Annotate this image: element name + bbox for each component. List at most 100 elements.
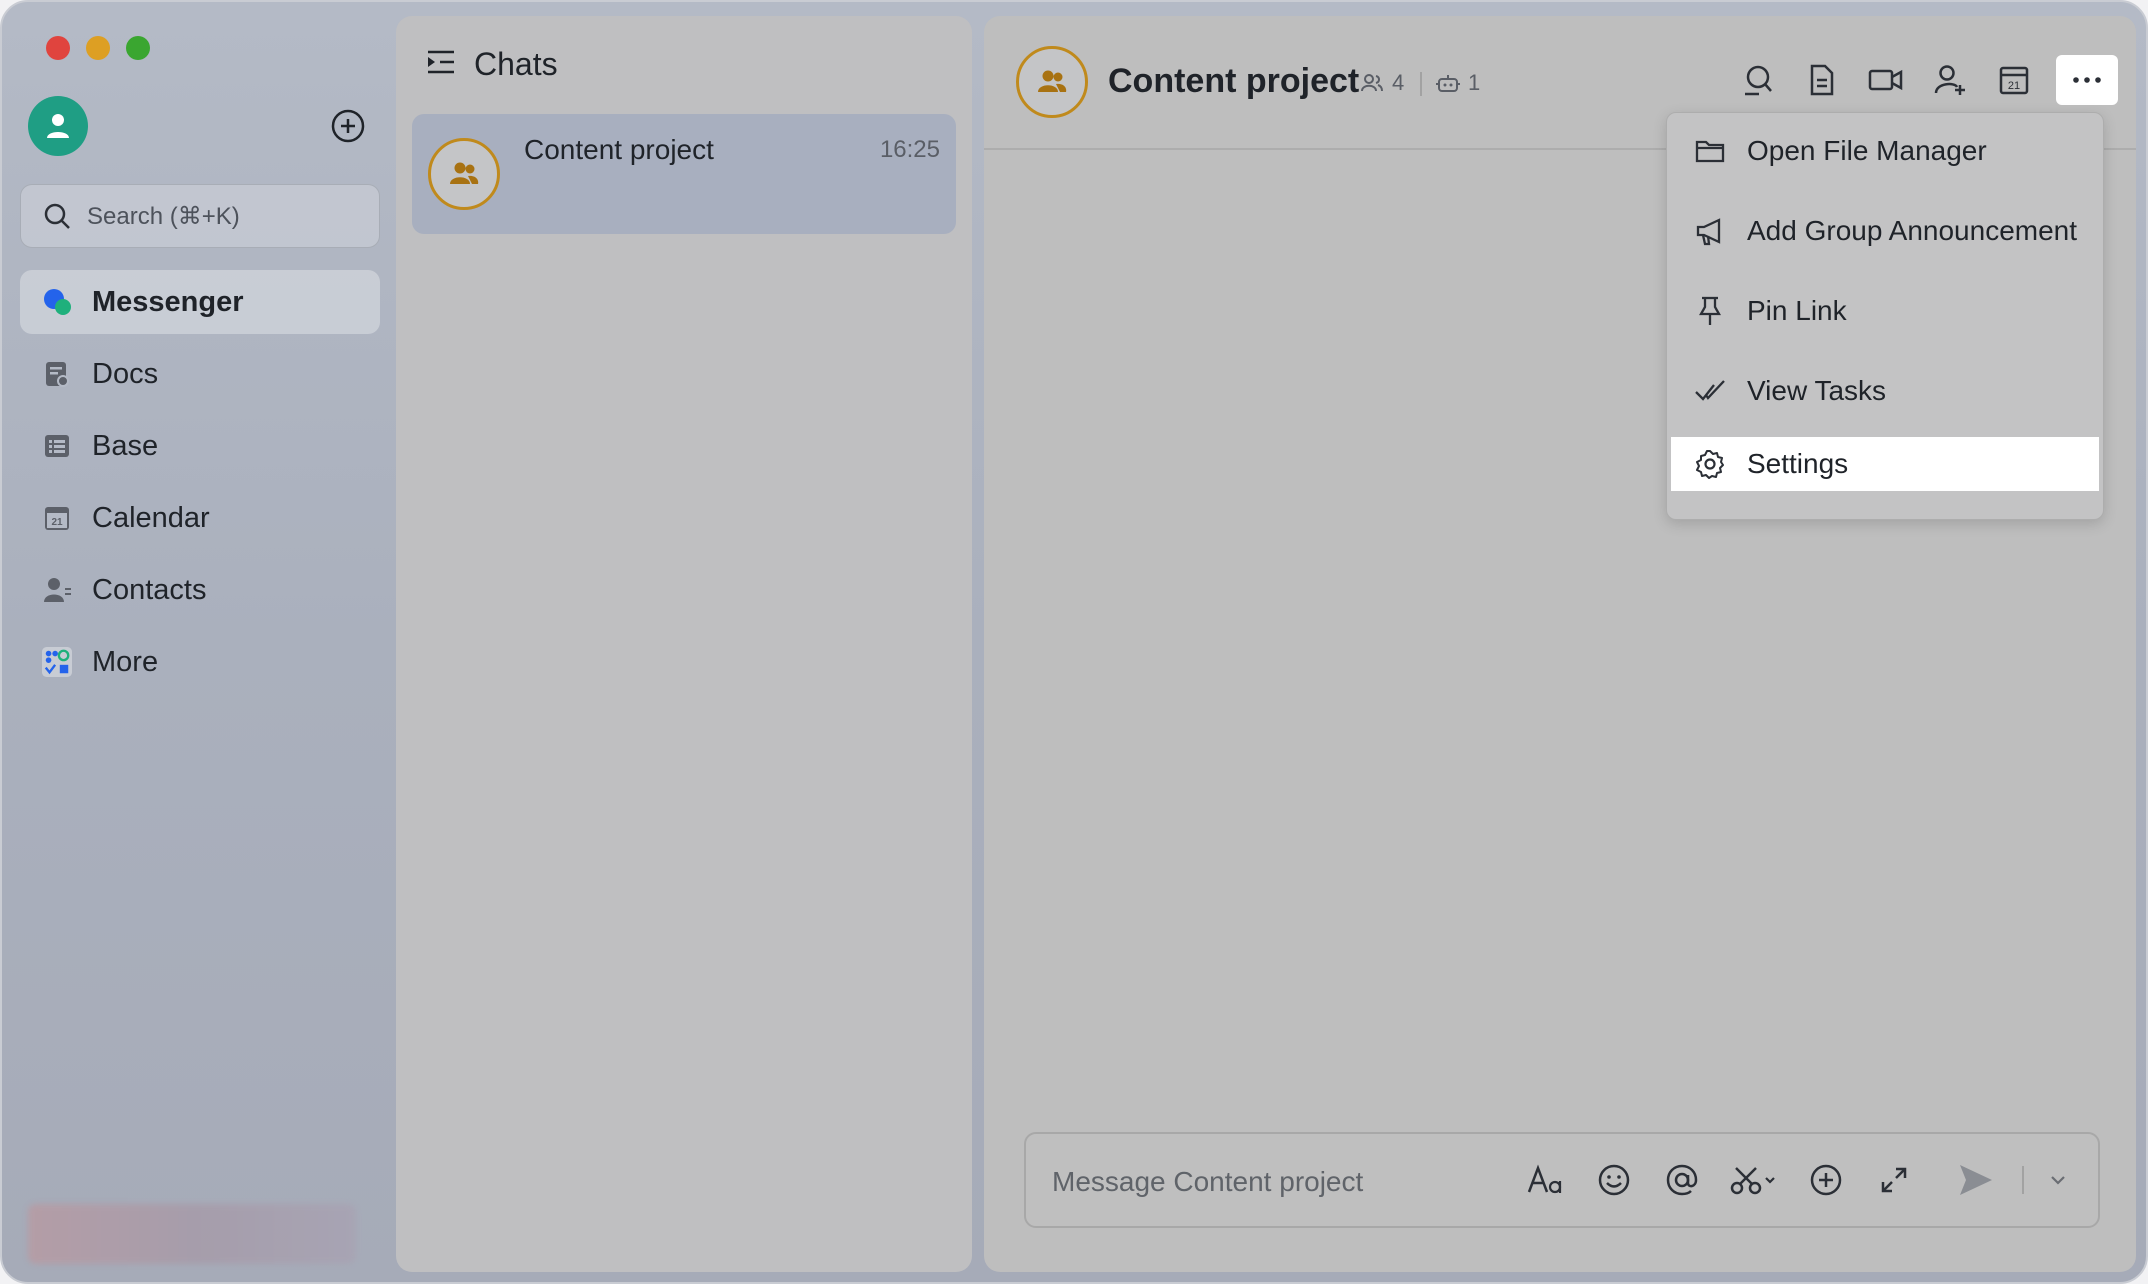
expand-composer-button[interactable]: [1872, 1158, 1916, 1202]
docs-button[interactable]: [1800, 58, 1844, 102]
megaphone-icon: [1693, 214, 1727, 248]
send-divider: [2022, 1166, 2024, 1194]
emoji-button[interactable]: [1592, 1158, 1636, 1202]
search-box[interactable]: Search (⌘+K): [20, 184, 380, 248]
conversation-title[interactable]: Content project: [1108, 62, 1359, 101]
text-format-icon: [1527, 1164, 1562, 1194]
screenshot-button[interactable]: [1728, 1158, 1780, 1202]
docs-icon: [42, 359, 72, 389]
add-attachment-button[interactable]: [1804, 1158, 1848, 1202]
sidebar-nav: Messenger Docs Base 21 Calendar Contacts…: [20, 270, 380, 702]
svg-text:21: 21: [2008, 80, 2020, 92]
menu-item-settings[interactable]: Settings: [1671, 437, 2099, 491]
mention-icon: [1666, 1164, 1698, 1196]
settings-gear-icon: [1693, 447, 1727, 481]
search-icon: [44, 203, 70, 229]
menu-item-add-group-announcement[interactable]: Add Group Announcement: [1671, 203, 2099, 259]
plus-circle-icon: [1810, 1164, 1842, 1196]
video-call-icon: [1868, 69, 1903, 91]
messenger-icon: [42, 287, 72, 317]
maximize-window-button[interactable]: [126, 36, 150, 60]
conversation-toolbar: 21: [1736, 55, 2118, 105]
more-options-button[interactable]: [2056, 55, 2118, 105]
tasks-check-icon: [1693, 374, 1727, 408]
group-icon: [450, 162, 479, 184]
chat-list-title: Chats: [474, 46, 558, 82]
chat-time: 16:25: [879, 136, 940, 163]
collapse-list-icon[interactable]: [426, 46, 456, 83]
user-avatar[interactable]: [28, 96, 88, 156]
chat-name: Content project: [524, 134, 714, 165]
calendar-icon: 21: [1999, 66, 2029, 95]
blurred-profile-area: [28, 1204, 356, 1264]
sidebar-item-label: Contacts: [92, 573, 207, 606]
message-input[interactable]: Message Content project: [1052, 1166, 1363, 1198]
bot-icon: [1436, 75, 1460, 92]
send-options-button[interactable]: [2048, 1158, 2068, 1202]
meta-divider: [1420, 72, 1422, 96]
more-options-icon: [2073, 77, 2101, 83]
menu-item-view-tasks[interactable]: View Tasks: [1671, 363, 2099, 419]
sidebar-item-more[interactable]: More: [20, 630, 380, 694]
create-new-button[interactable]: [330, 108, 366, 144]
composer-toolbar: [1524, 1158, 2068, 1202]
pin-icon: [1693, 294, 1727, 328]
bot-count-value: 1: [1468, 70, 1481, 95]
search-icon: [1745, 65, 1772, 96]
document-icon: [1810, 64, 1834, 96]
member-count-value: 4: [1392, 70, 1405, 95]
message-composer[interactable]: Message Content project: [1024, 1132, 2100, 1228]
send-icon: [1960, 1165, 1992, 1195]
base-icon: [42, 431, 72, 461]
sidebar-item-messenger[interactable]: Messenger: [20, 270, 380, 334]
sidebar-item-label: Messenger: [92, 285, 244, 318]
expand-icon: [1881, 1167, 1907, 1193]
scissors-icon: [1730, 1167, 1775, 1195]
person-icon: [47, 114, 69, 138]
more-options-menu: Open File Manager Add Group Announcement…: [1666, 112, 2104, 520]
chat-list-header: Chats: [426, 46, 558, 83]
bot-count[interactable]: 1: [1436, 70, 1480, 96]
menu-item-label: View Tasks: [1747, 375, 1887, 406]
member-count[interactable]: 4: [1360, 70, 1404, 96]
text-format-button[interactable]: [1524, 1158, 1568, 1202]
contacts-icon: [42, 575, 72, 605]
menu-item-label: Open File Manager: [1747, 135, 1987, 166]
sidebar-item-label: Calendar: [92, 501, 210, 534]
minimize-window-button[interactable]: [86, 36, 110, 60]
calendar-button[interactable]: 21: [1992, 58, 2036, 102]
menu-item-pin-link[interactable]: Pin Link: [1671, 283, 2099, 339]
sidebar-item-label: More: [92, 645, 159, 678]
calendar-icon: 21: [42, 503, 72, 533]
send-button[interactable]: [1954, 1158, 1998, 1202]
search-chat-button[interactable]: [1736, 58, 1780, 102]
sidebar-item-calendar[interactable]: 21 Calendar: [20, 486, 380, 550]
svg-text:21: 21: [51, 517, 63, 528]
chat-list-panel: Chats Content project 16:25: [396, 16, 972, 1272]
menu-item-open-file-manager[interactable]: Open File Manager: [1671, 123, 2099, 179]
mention-button[interactable]: [1660, 1158, 1704, 1202]
chevron-down-icon: [2051, 1176, 2065, 1185]
add-member-icon: [1934, 65, 1965, 95]
video-call-button[interactable]: [1864, 58, 1908, 102]
close-window-button[interactable]: [46, 36, 70, 60]
group-icon: [1038, 70, 1067, 92]
add-member-button[interactable]: [1928, 58, 1972, 102]
menu-item-label: Settings: [1747, 448, 1849, 479]
sidebar-item-label: Docs: [92, 357, 159, 390]
sidebar: Search (⌘+K) Messenger Docs Base 21 Cale…: [2, 2, 396, 1282]
menu-item-label: Add Group Announcement: [1747, 215, 2078, 246]
group-avatar[interactable]: [1016, 46, 1088, 118]
more-apps-icon: [42, 647, 72, 677]
group-avatar: [428, 138, 500, 210]
plus-circle-icon: [331, 109, 365, 143]
sidebar-item-label: Base: [92, 429, 159, 462]
folder-icon: [1693, 134, 1727, 168]
sidebar-item-contacts[interactable]: Contacts: [20, 558, 380, 622]
app-window: Search (⌘+K) Messenger Docs Base 21 Cale…: [0, 0, 2148, 1284]
chat-list-item[interactable]: Content project 16:25: [412, 114, 956, 234]
menu-item-label: Pin Link: [1747, 295, 1847, 326]
search-placeholder: Search (⌘+K): [87, 202, 240, 230]
sidebar-item-base[interactable]: Base: [20, 414, 380, 478]
sidebar-item-docs[interactable]: Docs: [20, 342, 380, 406]
